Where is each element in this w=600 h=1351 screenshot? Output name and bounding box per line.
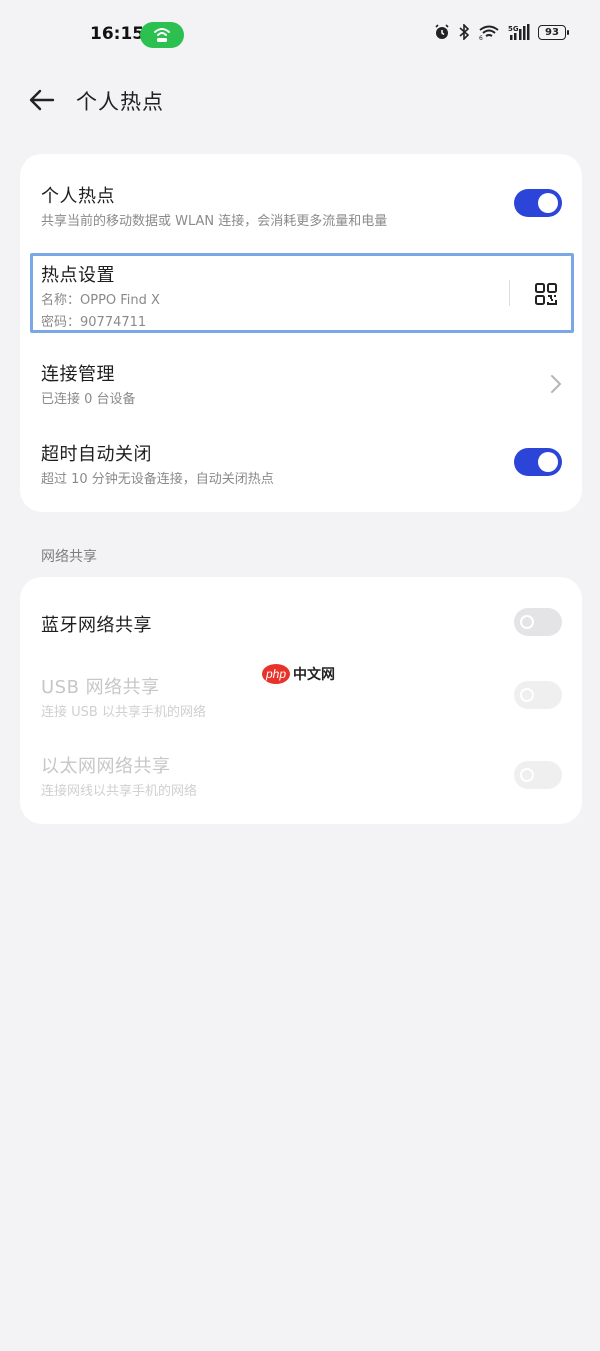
hotspot-status-pill[interactable]	[140, 22, 184, 48]
hotspot-settings-title: 热点设置	[41, 265, 115, 286]
bluetooth-sharing-title: 蓝牙网络共享	[41, 615, 152, 636]
auto-off-subtitle: 超过 10 分钟无设备连接，自动关闭热点	[41, 472, 274, 487]
auto-off-title: 超时自动关闭	[41, 444, 152, 465]
svg-text:5G: 5G	[508, 25, 519, 33]
page-title: 个人热点	[76, 90, 164, 114]
ethernet-sharing-row: 以太网网络共享 连接网线以共享手机的网络	[20, 745, 582, 824]
section-label-network-sharing: 网络共享	[41, 549, 97, 565]
watermark-logo: php	[262, 664, 290, 684]
watermark: php 中文网	[262, 664, 335, 684]
battery-icon: 93	[538, 24, 569, 40]
status-time: 16:15	[90, 24, 145, 44]
hotspot-card: 个人热点 共享当前的移动数据或 WLAN 连接，会消耗更多流量和电量 热点设置 …	[20, 154, 582, 512]
personal-hotspot-row[interactable]: 个人热点 共享当前的移动数据或 WLAN 连接，会消耗更多流量和电量	[20, 154, 582, 244]
bluetooth-sharing-row[interactable]: 蓝牙网络共享	[20, 577, 582, 667]
bluetooth-icon	[459, 24, 470, 40]
chevron-right-icon	[551, 375, 562, 393]
personal-hotspot-subtitle: 共享当前的移动数据或 WLAN 连接，会消耗更多流量和电量	[41, 214, 388, 229]
auto-off-toggle[interactable]	[514, 448, 562, 476]
battery-level: 93	[545, 26, 559, 38]
toggle-knob	[520, 768, 534, 782]
auto-off-row[interactable]: 超时自动关闭 超过 10 分钟无设备连接，自动关闭热点	[20, 424, 582, 512]
qr-code-icon[interactable]	[534, 282, 558, 306]
connection-management-subtitle: 已连接 0 台设备	[41, 392, 136, 407]
toggle-knob	[538, 452, 558, 472]
ethernet-sharing-toggle	[514, 761, 562, 789]
hotspot-icon	[154, 28, 170, 42]
watermark-text: 中文网	[293, 667, 335, 683]
hotspot-name: 名称：OPPO Find X	[41, 293, 160, 308]
vertical-divider	[509, 280, 510, 306]
network-sharing-card: 蓝牙网络共享 USB 网络共享 连接 USB 以共享手机的网络 以太网网络共享 …	[20, 577, 582, 824]
back-arrow-icon	[29, 89, 55, 111]
hotspot-password: 密码：90774711	[41, 315, 147, 330]
connection-management-title: 连接管理	[41, 364, 115, 385]
alarm-icon	[435, 24, 449, 39]
connection-management-row[interactable]: 连接管理 已连接 0 台设备	[20, 344, 582, 424]
personal-hotspot-toggle[interactable]	[514, 189, 562, 217]
toggle-knob	[538, 193, 558, 213]
app-header: 个人热点	[0, 72, 600, 128]
toggle-knob	[520, 688, 534, 702]
usb-sharing-toggle	[514, 681, 562, 709]
toggle-knob	[520, 615, 534, 629]
ethernet-sharing-subtitle: 连接网线以共享手机的网络	[41, 784, 198, 799]
status-bar: 16:15 6 5G 93	[0, 0, 600, 70]
wifi-icon: 6	[479, 25, 499, 40]
status-icons: 6 5G 93	[434, 24, 569, 40]
svg-text:6: 6	[479, 35, 483, 40]
bluetooth-sharing-toggle[interactable]	[514, 608, 562, 636]
usb-sharing-title: USB 网络共享	[41, 677, 160, 698]
signal-5g-icon: 5G	[508, 24, 530, 40]
personal-hotspot-title: 个人热点	[41, 186, 115, 207]
hotspot-settings-row[interactable]: 热点设置 名称：OPPO Find X 密码：90774711	[20, 253, 582, 333]
usb-sharing-subtitle: 连接 USB 以共享手机的网络	[41, 705, 206, 720]
back-button[interactable]	[24, 84, 60, 116]
ethernet-sharing-title: 以太网网络共享	[41, 756, 171, 777]
